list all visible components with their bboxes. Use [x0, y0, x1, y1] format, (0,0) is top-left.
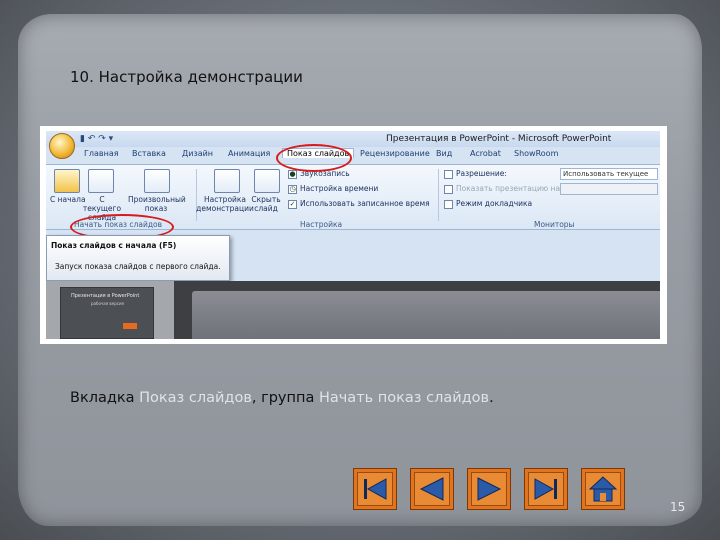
from-beginning-button[interactable] [52, 169, 80, 193]
setup-show-icon [214, 169, 240, 193]
setup-group-label: Настройка [300, 220, 343, 229]
caption-highlight-group: Начать показ слайдов [318, 390, 490, 406]
tab-view[interactable]: Вид [436, 149, 452, 158]
slideshow-start-icon [54, 169, 80, 193]
presenter-view-label: Режим докладчика [456, 199, 533, 208]
page-number: 15 [670, 500, 686, 514]
from-current-button[interactable] [86, 169, 114, 193]
skip-back-icon [364, 478, 387, 500]
thumbnail-subtitle: рабочая версия [91, 301, 124, 306]
previous-slide-button[interactable] [410, 468, 454, 510]
home-button[interactable] [581, 468, 625, 510]
use-timings-checkbox[interactable]: ✓ Использовать записанное время [288, 199, 430, 209]
first-slide-button[interactable] [353, 468, 397, 510]
tab-home[interactable]: Главная [84, 149, 119, 158]
next-slide-button[interactable] [467, 468, 511, 510]
rehearse-timings-button[interactable]: ◷ Настройка времени [288, 184, 378, 194]
rehearse-timings-label: Настройка времени [300, 184, 379, 193]
window-title: Презентация в PowerPoint - Microsoft Pow… [386, 134, 612, 144]
projector-icon [88, 169, 114, 193]
group-divider [438, 169, 439, 221]
tab-acrobat[interactable]: Acrobat [470, 149, 501, 158]
next-slide-frame [471, 472, 507, 506]
tab-insert[interactable]: Вставка [132, 149, 166, 158]
quick-access-toolbar: ▮ ↶ ↷ ▾ [80, 134, 114, 144]
tooltip-heading: Показ слайдов с начала (F5) [51, 241, 177, 250]
caption-text: , группа [251, 390, 319, 406]
last-slide-frame [528, 472, 564, 506]
tab-animations[interactable]: Анимация [228, 149, 270, 158]
show-on-text: Показать презентацию на: [456, 184, 563, 193]
microphone-icon: ● [288, 169, 297, 179]
setup-show-label: Настройка демонстрации [196, 195, 254, 213]
thumbnail-title: Презентация в PowerPoint [71, 293, 140, 299]
show-on-label: Показать презентацию на: [444, 184, 563, 194]
home-frame [585, 472, 621, 506]
home-icon [588, 476, 618, 502]
custom-show-label: Произвольный показ [128, 195, 186, 213]
caption-text: . [489, 390, 494, 406]
arrow-left-icon [419, 477, 444, 501]
previous-slide-frame [414, 472, 450, 506]
checkmark-icon: ✓ [288, 199, 297, 209]
arrow-right-icon [477, 477, 502, 501]
slide-thumbnail[interactable]: Презентация в PowerPoint рабочая версия [60, 287, 154, 339]
first-slide-frame [357, 472, 393, 506]
caption-highlight-tab: Показ слайдов [139, 390, 252, 406]
last-slide-button[interactable] [524, 468, 568, 510]
show-on-select[interactable] [560, 183, 658, 195]
tab-showroom[interactable]: ShowRoom [514, 149, 558, 158]
slide-title: 10. Настройка демонстрации [70, 68, 303, 86]
skip-forward-icon [534, 478, 557, 500]
hide-slide-button[interactable] [252, 169, 280, 193]
resolution-select[interactable]: Использовать текущее [560, 168, 658, 180]
monitors-group-label: Мониторы [534, 220, 575, 229]
custom-show-button[interactable] [142, 169, 170, 193]
tab-design[interactable]: Дизайн [182, 149, 213, 158]
workspace: Презентация в PowerPoint рабочая версия [46, 281, 660, 339]
slide-background: 10. Настройка демонстрации ▮ ↶ ↷ ▾ Презе… [0, 0, 720, 540]
use-timings-label: Использовать записанное время [300, 199, 430, 208]
custom-show-icon [144, 169, 170, 193]
slide-caption: Вкладка Показ слайдов, группа Начать пок… [70, 390, 494, 406]
highlight-ring-tab [276, 144, 352, 172]
setup-show-button[interactable] [212, 169, 240, 193]
tab-review[interactable]: Рецензирование [360, 149, 430, 158]
presenter-view-checkbox[interactable]: Режим докладчика [444, 199, 532, 209]
ribbon-tabs: Главная Вставка Дизайн Анимация Показ сл… [46, 148, 660, 163]
slide-canvas[interactable] [192, 291, 660, 339]
tooltip-body: Запуск показа слайдов с первого слайда. [55, 262, 221, 271]
tooltip: Показ слайдов с начала (F5) Запуск показ… [46, 235, 230, 281]
powerpoint-screenshot: ▮ ↶ ↷ ▾ Презентация в PowerPoint - Micro… [40, 126, 667, 344]
caption-text: Вкладка [70, 390, 140, 406]
window-titlebar: ▮ ↶ ↷ ▾ Презентация в PowerPoint - Micro… [46, 131, 660, 147]
thumbnail-badge [123, 323, 137, 329]
hide-slide-label: Скрыть слайд [251, 195, 281, 213]
screenshot-content: ▮ ↶ ↷ ▾ Презентация в PowerPoint - Micro… [46, 131, 660, 339]
from-beginning-label: С начала [50, 195, 86, 204]
hide-slide-icon [254, 169, 280, 193]
resolution-label: Разрешение: [444, 169, 507, 179]
checkbox-icon [444, 199, 453, 209]
monitor-icon [444, 184, 453, 194]
resolution-text: Разрешение: [456, 169, 507, 178]
monitor-icon [444, 169, 453, 179]
clock-icon: ◷ [288, 184, 297, 194]
